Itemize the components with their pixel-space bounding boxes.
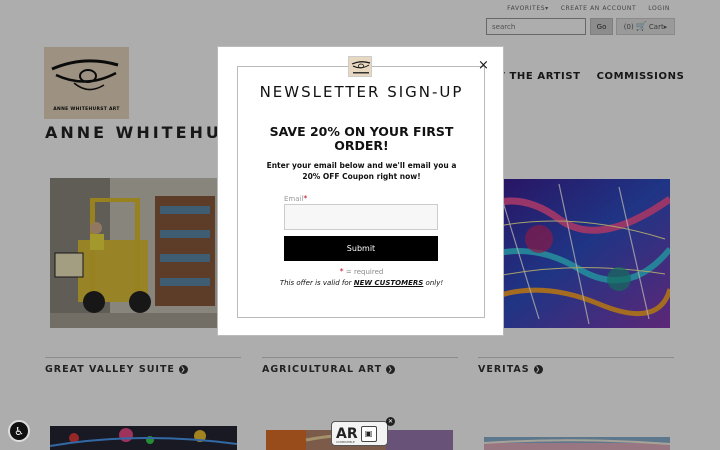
email-label-text: Email [284, 195, 304, 203]
required-star-icon: * [339, 267, 344, 276]
required-star-icon: * [303, 194, 308, 203]
required-note: * = required [218, 267, 505, 276]
offer-note: This offer is valid for NEW CUSTOMERS on… [218, 279, 505, 287]
ar-cube-icon: ▣ [360, 425, 377, 442]
ar-label: AR [336, 425, 358, 442]
modal-title: NEWSLETTER SIGN-UP [259, 83, 464, 101]
offer-suffix: only! [423, 279, 444, 287]
offer-emphasis: NEW CUSTOMERS [353, 279, 424, 287]
close-icon[interactable]: × [478, 59, 489, 72]
required-note-text: = required [345, 268, 384, 276]
email-label: Email* [284, 194, 307, 203]
logo-eye-icon [351, 61, 371, 74]
accessibility-icon[interactable]: ♿ [8, 420, 30, 442]
ar-sub-label: COMPATIBLE [336, 440, 355, 444]
email-field[interactable] [284, 204, 438, 230]
ar-close-icon[interactable]: ✕ [386, 417, 395, 426]
submit-button[interactable]: Submit [284, 236, 438, 261]
ar-badge[interactable]: AR ▣ COMPATIBLE [331, 421, 388, 446]
modal-subtitle: SAVE 20% ON YOUR FIRST ORDER! [269, 124, 454, 153]
modal-logo [348, 56, 372, 77]
newsletter-modal: × NEWSLETTER SIGN-UP SAVE 20% ON YOUR FI… [217, 46, 504, 336]
modal-description: Enter your email below and we'll email y… [266, 161, 457, 181]
offer-prefix: This offer is valid for [279, 279, 354, 287]
